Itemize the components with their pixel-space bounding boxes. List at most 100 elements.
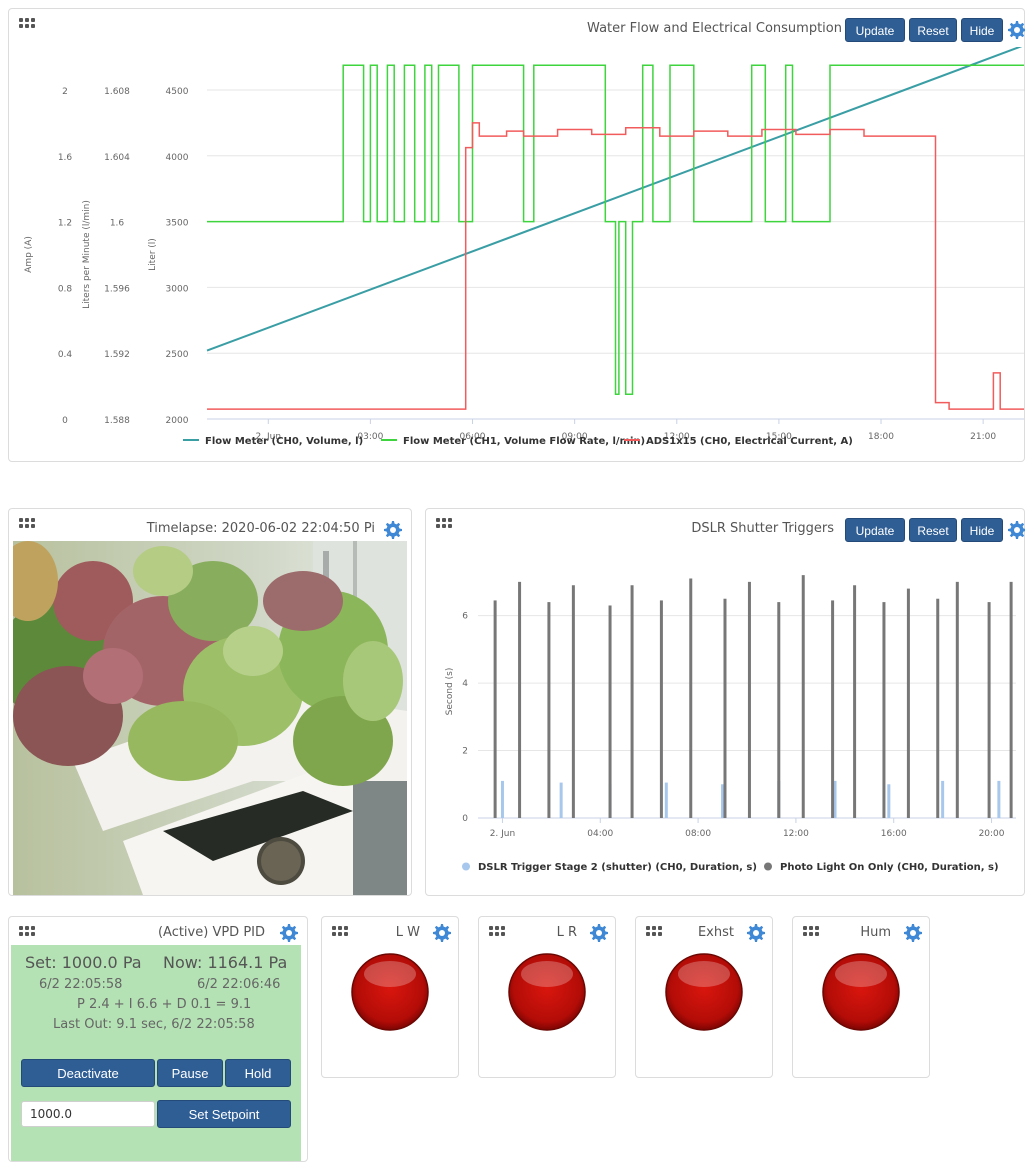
- bar: [608, 605, 612, 818]
- bar: [801, 575, 805, 818]
- bar: [777, 602, 781, 818]
- gear-icon[interactable]: [279, 923, 299, 943]
- x-tick-label: 04:00: [587, 829, 613, 839]
- pid-current-time: 6/2 22:06:46: [197, 977, 281, 992]
- legend-swatch: [764, 862, 772, 871]
- bar: [518, 581, 522, 818]
- gear-icon[interactable]: [589, 923, 609, 943]
- gear-icon[interactable]: [432, 923, 452, 943]
- y-tick-label: 1.596: [104, 284, 130, 294]
- hold-button[interactable]: Hold: [225, 1059, 291, 1087]
- hide-button[interactable]: Hide: [961, 518, 1003, 542]
- dslr-widget: DSLR Shutter Triggers Update Reset Hide …: [425, 508, 1025, 896]
- y-tick-label: 2000: [166, 416, 189, 426]
- legend-label: DSLR Trigger Stage 2 (shutter) (CH0, Dur…: [478, 862, 757, 873]
- widget-title: Water Flow and Electrical Consumption: [587, 21, 842, 36]
- bar: [659, 600, 663, 818]
- y-tick-label: 2500: [166, 350, 189, 360]
- x-tick-label: 2. Jun: [490, 829, 516, 839]
- gear-icon[interactable]: [383, 520, 403, 540]
- y-tick-label: 2: [62, 87, 68, 97]
- gear-icon[interactable]: [1007, 20, 1025, 40]
- pid-panel: Set: 1000.0 Pa Now: 1164.1 Pa 6/2 22:05:…: [11, 945, 301, 1161]
- bar: [500, 780, 504, 818]
- y-tick-label: 3500: [166, 219, 189, 229]
- output-name: L R: [556, 925, 577, 940]
- update-button[interactable]: Update: [845, 18, 905, 42]
- output-status-lamp[interactable]: [664, 952, 744, 1032]
- y-axis-label: Liters per Minute (l/min): [82, 200, 92, 309]
- output-card-hum: Hum: [792, 916, 930, 1078]
- update-button[interactable]: Update: [845, 518, 905, 542]
- output-status-lamp[interactable]: [350, 952, 430, 1032]
- x-tick-label: 12:00: [783, 829, 809, 839]
- drag-handle-icon[interactable]: [489, 926, 505, 938]
- series-line: [207, 64, 1024, 396]
- bar: [936, 598, 940, 818]
- y-tick-label: 0: [62, 416, 68, 426]
- drag-handle-icon[interactable]: [646, 926, 662, 938]
- gear-icon[interactable]: [903, 923, 923, 943]
- y-axis-label: Amp (A): [24, 236, 34, 273]
- output-status-lamp[interactable]: [507, 952, 587, 1032]
- y-tick-label: 4: [462, 679, 468, 689]
- drag-handle-icon[interactable]: [803, 926, 819, 938]
- y-tick-label: 3000: [166, 284, 189, 294]
- legend-label: Photo Light On Only (CH0, Duration, s): [780, 862, 999, 873]
- bar: [853, 585, 857, 818]
- drag-handle-icon[interactable]: [19, 926, 35, 938]
- legend-label: ADS1x15 (CH0, Electrical Current, A): [646, 436, 853, 447]
- x-tick-label: 18:00: [868, 432, 894, 442]
- reset-button[interactable]: Reset: [909, 518, 957, 542]
- drag-handle-icon[interactable]: [19, 518, 35, 530]
- y-tick-label: 1.608: [104, 87, 130, 97]
- output-card-exhst: Exhst: [635, 916, 773, 1078]
- widget-title: (Active) VPD PID: [157, 925, 265, 940]
- drag-handle-icon[interactable]: [19, 18, 35, 30]
- bar: [689, 578, 693, 818]
- bar: [882, 602, 886, 818]
- bar: [747, 581, 751, 818]
- pid-widget: (Active) VPD PID Set: 1000.0 Pa Now: 116…: [8, 916, 308, 1162]
- gear-icon[interactable]: [746, 923, 766, 943]
- output-card-lw: L W: [321, 916, 459, 1078]
- pause-button[interactable]: Pause: [157, 1059, 223, 1087]
- y-tick-label: 6: [462, 612, 468, 622]
- legend-label: Flow Meter (CH1, Volume Flow Rate, l/min…: [403, 436, 645, 447]
- y-tick-label: 1.592: [104, 350, 130, 360]
- gear-icon[interactable]: [1007, 520, 1025, 540]
- legend-label: Flow Meter (CH0, Volume, l): [205, 436, 363, 447]
- bar: [997, 780, 1001, 818]
- bar: [547, 602, 551, 818]
- widget-title: Timelapse: 2020-06-02 22:04:50 Pi: [146, 521, 375, 536]
- x-tick-label: 20:00: [979, 829, 1005, 839]
- x-tick-label: 21:00: [970, 432, 996, 442]
- setpoint-input[interactable]: [21, 1101, 155, 1127]
- set-setpoint-button[interactable]: Set Setpoint: [157, 1100, 291, 1128]
- y-tick-label: 1.6: [110, 219, 125, 229]
- pid-setpoint-time: 6/2 22:05:58: [39, 977, 123, 992]
- drag-handle-icon[interactable]: [332, 926, 348, 938]
- x-tick-label: 08:00: [685, 829, 711, 839]
- bar: [571, 585, 575, 818]
- x-tick-label: 16:00: [881, 829, 907, 839]
- pid-last-output: Last Out: 9.1 sec, 6/2 22:05:58: [53, 1017, 255, 1032]
- deactivate-button[interactable]: Deactivate: [21, 1059, 155, 1087]
- bar: [493, 600, 497, 818]
- timelapse-image: [13, 541, 407, 895]
- hide-button[interactable]: Hide: [961, 18, 1003, 42]
- bar: [723, 598, 727, 818]
- legend-swatch: [462, 862, 470, 871]
- reset-button[interactable]: Reset: [909, 18, 957, 42]
- bar: [559, 782, 563, 818]
- y-axis-label: Liter (l): [148, 238, 158, 271]
- output-status-lamp[interactable]: [821, 952, 901, 1032]
- bar: [987, 602, 991, 818]
- y-tick-label: 1.604: [104, 153, 130, 163]
- drag-handle-icon[interactable]: [436, 518, 452, 530]
- y-tick-label: 0: [462, 814, 468, 824]
- bar: [887, 784, 891, 818]
- timelapse-widget: Timelapse: 2020-06-02 22:04:50 Pi: [8, 508, 412, 896]
- bar: [941, 780, 945, 818]
- y-tick-label: 2: [462, 747, 468, 757]
